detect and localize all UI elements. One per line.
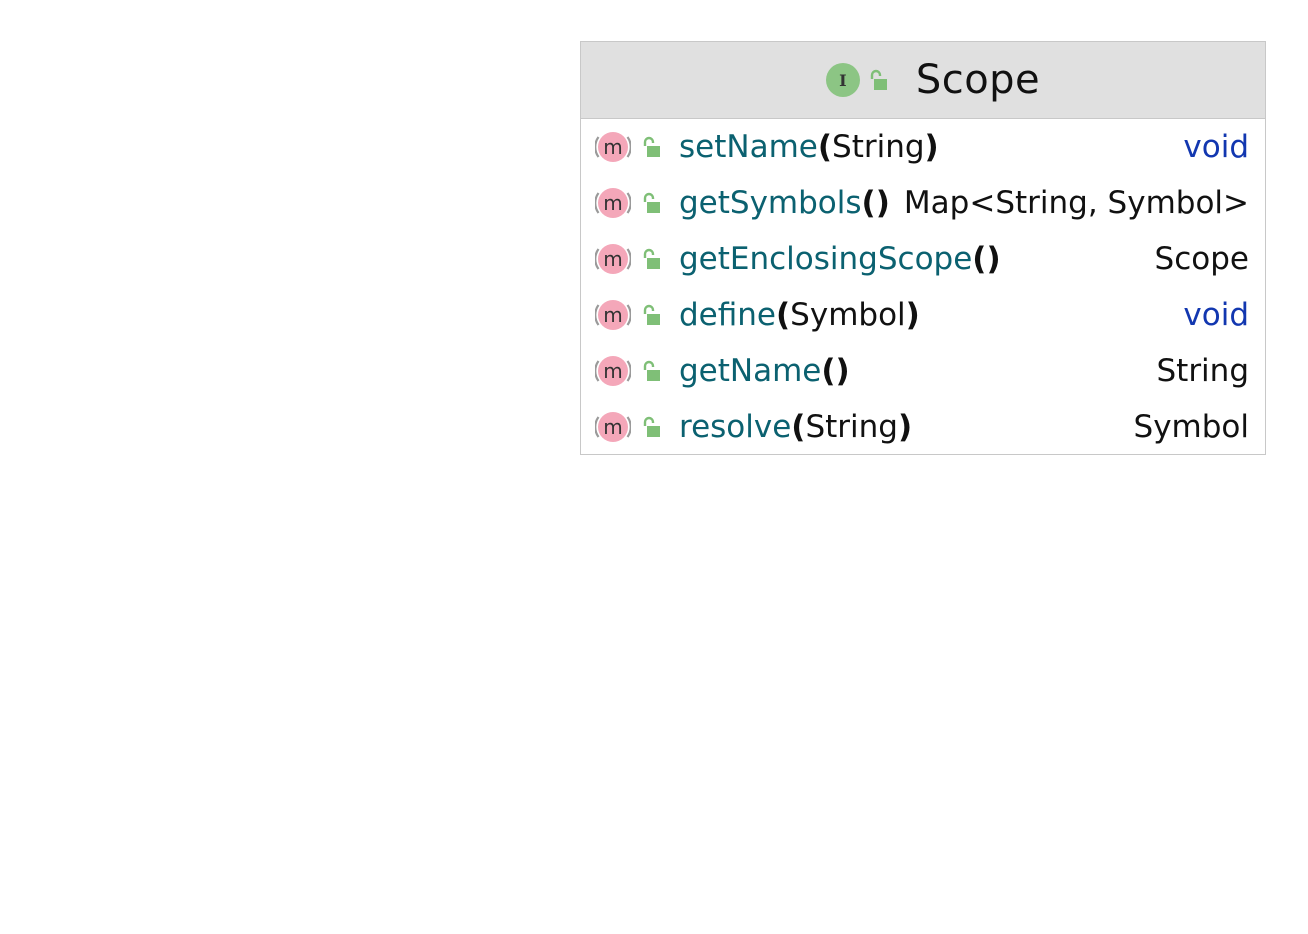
- method-param-types: String: [805, 409, 898, 445]
- method-signature: getEnclosingScope(): [679, 241, 1155, 277]
- method-name: getSymbols: [679, 185, 862, 221]
- method-return-type: Map<String, Symbol>: [903, 185, 1249, 221]
- method-return-type: Symbol: [1133, 409, 1249, 445]
- method-return-type: void: [1183, 297, 1249, 333]
- svg-text:m: m: [603, 303, 622, 327]
- unlocked-icon: [641, 304, 661, 326]
- method-name: getName: [679, 353, 822, 389]
- method-name: setName: [679, 129, 818, 165]
- method-params: (): [821, 353, 850, 389]
- class-header[interactable]: I Scope: [581, 42, 1265, 119]
- method-return-type: void: [1183, 129, 1249, 165]
- class-name: Scope: [915, 57, 1041, 103]
- unlocked-icon: [641, 248, 661, 270]
- method-icon: m: [595, 185, 631, 221]
- method-signature: getSymbols(): [679, 185, 904, 221]
- method-params: (): [861, 185, 890, 221]
- method-param-types: String: [832, 129, 925, 165]
- uml-class-box[interactable]: I Scope m setName(String) void m getSymb…: [580, 41, 1266, 455]
- method-row[interactable]: m getName() String: [581, 343, 1265, 399]
- interface-icon: I: [825, 63, 860, 97]
- method-params: (Symbol): [776, 297, 920, 333]
- method-icon: m: [595, 409, 631, 445]
- method-params: (String): [817, 129, 939, 165]
- method-icon: m: [595, 129, 631, 165]
- method-row[interactable]: m getEnclosingScope() Scope: [581, 231, 1265, 287]
- interface-icon-letter: I: [839, 70, 847, 90]
- method-list: m setName(String) void m getSymbols() Ma…: [581, 119, 1265, 455]
- method-signature: getName(): [679, 353, 1156, 389]
- method-name: getEnclosingScope: [679, 241, 973, 277]
- unlocked-icon: [641, 416, 661, 438]
- svg-text:m: m: [603, 415, 622, 439]
- method-row[interactable]: m resolve(String) Symbol: [581, 399, 1265, 455]
- class-header-content: I Scope: [825, 57, 1041, 103]
- unlocked-icon: [641, 192, 661, 214]
- method-icon: m: [595, 297, 631, 333]
- method-row[interactable]: m getSymbols() Map<String, Symbol>: [581, 175, 1265, 231]
- unlocked-icon: [641, 136, 661, 158]
- method-name: define: [679, 297, 776, 333]
- svg-text:m: m: [603, 359, 622, 383]
- method-return-type: Scope: [1154, 241, 1249, 277]
- method-name: resolve: [679, 409, 792, 445]
- method-icon: m: [595, 241, 631, 277]
- svg-text:m: m: [603, 191, 622, 215]
- method-signature: define(Symbol): [679, 297, 1183, 333]
- method-param-types: Symbol: [790, 297, 906, 333]
- method-params: (): [972, 241, 1001, 277]
- unlocked-icon: [641, 360, 661, 382]
- method-params: (String): [791, 409, 913, 445]
- method-signature: resolve(String): [679, 409, 1134, 445]
- method-return-type: String: [1156, 353, 1249, 389]
- method-signature: setName(String): [679, 129, 1183, 165]
- method-row[interactable]: m define(Symbol) void: [581, 287, 1265, 343]
- svg-text:m: m: [603, 135, 622, 159]
- svg-text:m: m: [603, 247, 622, 271]
- unlocked-icon: [868, 69, 888, 91]
- method-row[interactable]: m setName(String) void: [581, 119, 1265, 175]
- method-icon: m: [595, 353, 631, 389]
